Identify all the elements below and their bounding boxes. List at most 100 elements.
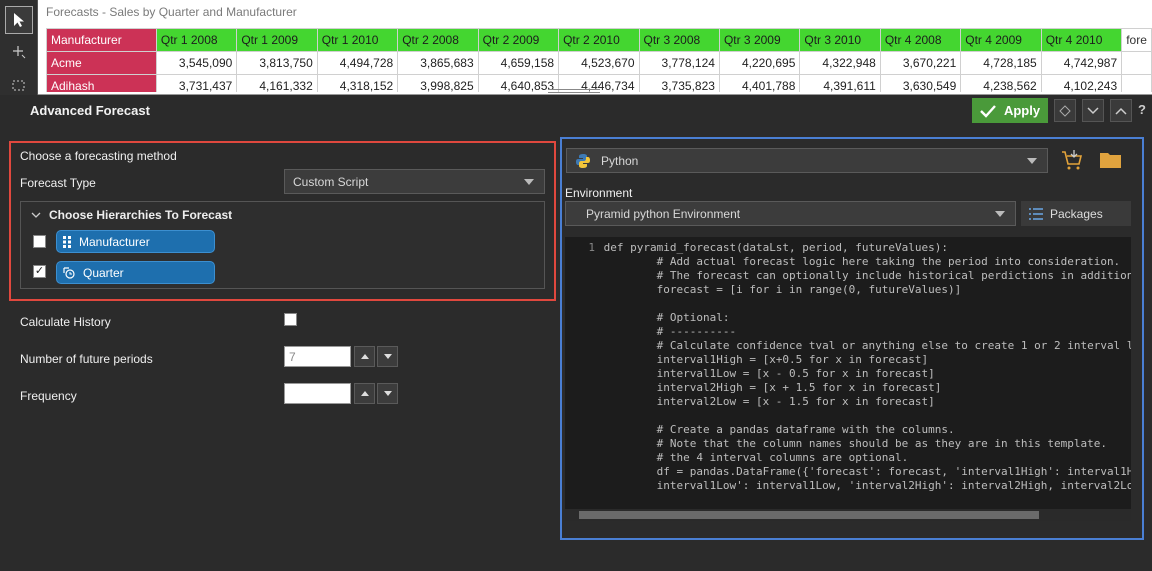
- table-cell[interactable]: 3,670,221: [879, 51, 962, 75]
- table-cell[interactable]: 3,778,124: [638, 51, 720, 75]
- column-header[interactable]: Qtr 4 2008: [879, 28, 962, 52]
- scrollbar-thumb[interactable]: [579, 511, 1039, 519]
- manufacturer-checkbox[interactable]: [33, 235, 46, 248]
- table-cell[interactable]: 3,813,750: [236, 51, 318, 75]
- code-line: interval1Low = [x - 0.5 for x in forecas…: [565, 367, 1131, 381]
- apply-button[interactable]: Apply: [972, 98, 1048, 123]
- code-text: # Calculate confidence tval or anything …: [603, 339, 1131, 352]
- forecast-type-dropdown[interactable]: Custom Script: [284, 169, 545, 194]
- table-cell[interactable]: 3,731,437: [155, 74, 238, 92]
- future-periods-increment[interactable]: [354, 346, 375, 367]
- add-point-tool-button[interactable]: [5, 38, 33, 66]
- code-text: interval1High = [x+0.5 for x in forecast…: [603, 353, 929, 366]
- future-periods-input[interactable]: 7: [284, 346, 351, 367]
- table-cell[interactable]: 4,728,185: [960, 51, 1042, 75]
- table-cell[interactable]: 4,640,853: [477, 74, 560, 92]
- code-text: df = pandas.DataFrame({'forecast': forec…: [603, 465, 1131, 478]
- hierarchy-chip-manufacturer[interactable]: Manufacturer: [56, 230, 215, 253]
- code-text: # Add actual forecast logic here taking …: [603, 255, 1121, 268]
- hierarchy-chip-quarter[interactable]: Quarter: [56, 261, 215, 284]
- code-line: # Calculate confidence tval or anything …: [565, 339, 1131, 353]
- code-line: # ----------: [565, 325, 1131, 339]
- chevron-down-icon: [31, 212, 41, 218]
- frequency-decrement[interactable]: [377, 383, 398, 404]
- column-header[interactable]: Qtr 1 2009: [236, 28, 318, 52]
- hierarchies-header[interactable]: Choose Hierarchies To Forecast: [31, 208, 232, 222]
- table-cell[interactable]: 4,742,987: [1040, 51, 1123, 75]
- column-header[interactable]: Qtr 4 2010: [1040, 28, 1123, 52]
- table-cell[interactable]: 3,735,823: [638, 74, 720, 92]
- diamond-button[interactable]: [1054, 99, 1076, 122]
- quarter-checkbox[interactable]: ✓: [33, 265, 46, 278]
- table-cell[interactable]: 4,391,611: [799, 74, 881, 92]
- future-periods-decrement[interactable]: [377, 346, 398, 367]
- column-header[interactable]: Qtr 2 2008: [397, 28, 479, 52]
- diamond-icon: [1059, 104, 1071, 117]
- table-cell[interactable]: 3,630,549: [879, 74, 962, 92]
- table-cell[interactable]: 4,318,152: [316, 74, 399, 92]
- column-header[interactable]: Qtr 4 2009: [960, 28, 1042, 52]
- table-cell[interactable]: [1121, 51, 1152, 75]
- packages-label: Packages: [1050, 206, 1103, 221]
- table-cell[interactable]: 3,545,090: [155, 51, 238, 75]
- report-grid-area: Forecasts - Sales by Quarter and Manufac…: [0, 0, 1152, 95]
- table-cell[interactable]: 4,494,728: [316, 51, 399, 75]
- code-line: interval1High = [x+0.5 for x in forecast…: [565, 353, 1131, 367]
- table-cell[interactable]: 4,220,695: [718, 51, 801, 75]
- code-lines: 1 def pyramid_forecast(dataLst, period, …: [565, 241, 1131, 493]
- code-line: # the 4 interval columns are optional.: [565, 451, 1131, 465]
- calendar-clock-icon: [63, 266, 75, 279]
- table-cell[interactable]: 4,102,243: [1040, 74, 1123, 92]
- frequency-increment[interactable]: [354, 383, 375, 404]
- code-text: # Optional:: [603, 311, 730, 324]
- code-text: interval1Low': interval1Low, 'interval2H…: [603, 479, 1131, 492]
- grid-corner-header[interactable]: Manufacturer: [46, 28, 157, 52]
- frequency-input[interactable]: [284, 383, 351, 404]
- python-icon: [576, 153, 590, 168]
- pointer-tool-button[interactable]: [5, 6, 33, 34]
- table-cell[interactable]: 4,238,562: [960, 74, 1042, 92]
- open-script-button[interactable]: [1099, 150, 1123, 170]
- table-cell[interactable]: 4,161,332: [236, 74, 318, 92]
- table-cell[interactable]: [1121, 74, 1152, 92]
- column-header[interactable]: Qtr 3 2008: [638, 28, 720, 52]
- collapse-up-button[interactable]: [1110, 99, 1132, 122]
- column-header[interactable]: Qtr 2 2010: [558, 28, 640, 52]
- column-header[interactable]: Qtr 1 2010: [316, 28, 399, 52]
- hierarchies-title: Choose Hierarchies To Forecast: [49, 208, 233, 222]
- code-line: # Optional:: [565, 311, 1131, 325]
- table-cell[interactable]: 4,523,670: [558, 51, 640, 75]
- column-header[interactable]: fore: [1121, 28, 1152, 52]
- environment-dropdown[interactable]: Pyramid python Environment: [565, 201, 1016, 226]
- folder-icon: [1100, 153, 1121, 168]
- help-button[interactable]: ?: [1138, 102, 1146, 117]
- column-header[interactable]: Qtr 1 2008: [155, 28, 238, 52]
- code-line: # Note that the column names should be a…: [565, 437, 1131, 451]
- code-editor[interactable]: 1 def pyramid_forecast(dataLst, period, …: [565, 237, 1131, 521]
- column-header[interactable]: Qtr 2 2009: [477, 28, 560, 52]
- table-cell[interactable]: 4,401,788: [718, 74, 801, 92]
- code-text: interval2Low = [x - 1.5 for x in forecas…: [603, 395, 935, 408]
- install-package-button[interactable]: [1060, 149, 1084, 173]
- code-horizontal-scrollbar[interactable]: [565, 509, 1131, 521]
- column-header[interactable]: Qtr 3 2009: [718, 28, 801, 52]
- row-header[interactable]: Acme: [46, 51, 157, 75]
- column-header[interactable]: Qtr 3 2010: [799, 28, 881, 52]
- row-header[interactable]: Adihash: [46, 74, 157, 92]
- table-cell[interactable]: 4,322,948: [799, 51, 881, 75]
- language-dropdown[interactable]: Python: [566, 148, 1048, 173]
- collapse-down-button[interactable]: [1082, 99, 1104, 122]
- code-line: # Create a pandas dataframe with the col…: [565, 423, 1131, 437]
- environment-label: Environment: [565, 186, 633, 200]
- table-cell[interactable]: 3,865,683: [397, 51, 479, 75]
- table-cell[interactable]: 4,659,158: [477, 51, 560, 75]
- chevron-down-icon: [1027, 157, 1037, 164]
- code-text: # Create a pandas dataframe with the col…: [603, 423, 955, 436]
- code-line: # Add actual forecast logic here taking …: [565, 255, 1131, 269]
- chevron-down-icon: [1087, 106, 1099, 114]
- arrow-up-icon: [360, 391, 369, 396]
- packages-button[interactable]: Packages: [1021, 201, 1131, 226]
- calc-history-checkbox[interactable]: [284, 313, 297, 326]
- table-cell[interactable]: 3,998,825: [397, 74, 479, 92]
- splitter-handle[interactable]: [548, 89, 600, 93]
